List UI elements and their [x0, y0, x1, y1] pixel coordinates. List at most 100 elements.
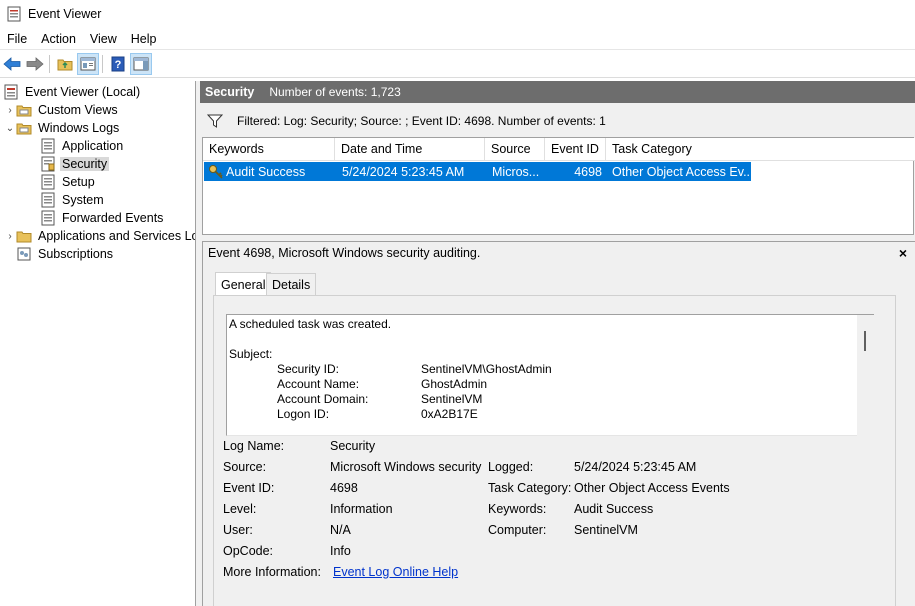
- log-title: Security: [205, 85, 255, 99]
- menu-action[interactable]: Action: [34, 28, 83, 50]
- event-viewer-app-icon: [7, 6, 21, 22]
- level-label: Level:: [223, 502, 257, 516]
- keywords-label: Keywords:: [488, 502, 547, 516]
- event-log-online-help-link[interactable]: Event Log Online Help: [333, 565, 458, 579]
- event-count: Number of events: 1,723: [269, 85, 401, 99]
- column-header-date-time[interactable]: Date and Time: [335, 138, 485, 161]
- event-detail-panel: Event 4698, Microsoft Windows security a…: [202, 241, 915, 606]
- subscriptions-icon: [16, 246, 32, 262]
- event-description[interactable]: A scheduled task was created. Subject: S…: [226, 314, 874, 436]
- cell-source: Micros...: [492, 164, 540, 179]
- folder-icon: [16, 228, 32, 244]
- logon-id-label: Logon ID:: [277, 407, 330, 421]
- window-title: Event Viewer: [28, 7, 102, 21]
- main-pane: Security Number of events: 1,723 Filtere…: [200, 81, 915, 606]
- menu-file[interactable]: File: [0, 28, 34, 50]
- cell-keywords: Audit Success: [226, 164, 306, 179]
- show-action-pane-icon: [133, 57, 149, 71]
- table-row[interactable]: Audit Success 5/24/2024 5:23:45 AM Micro…: [204, 162, 751, 181]
- column-header-event-id[interactable]: Event ID: [545, 138, 606, 161]
- tree-item-security[interactable]: Security: [40, 155, 110, 173]
- folder-icon: [16, 120, 32, 136]
- more-information-label: More Information:: [223, 565, 321, 579]
- open-folder-icon: [57, 59, 73, 71]
- user-label: User:: [223, 523, 253, 537]
- tree-item-system[interactable]: System: [40, 191, 106, 209]
- detail-title: Event 4698, Microsoft Windows security a…: [208, 246, 481, 260]
- menu-help[interactable]: Help: [124, 28, 164, 50]
- level-value: Information: [330, 502, 393, 516]
- logon-id-value: 0xA2B17E: [421, 407, 478, 421]
- logged-value: 5/24/2024 5:23:45 AM: [574, 460, 697, 474]
- toolbar: ?: [0, 51, 915, 78]
- cell-event-id: 4698: [574, 164, 602, 179]
- svg-text:?: ?: [115, 59, 122, 71]
- source-value: Microsoft Windows security: [330, 460, 482, 474]
- menu-view[interactable]: View: [83, 28, 124, 50]
- events-grid: Keywords Date and Time Source Event ID T…: [202, 137, 915, 235]
- filter-text: Filtered: Log: Security; Source: ; Event…: [237, 114, 606, 128]
- cell-task-category: Other Object Access Ev...: [612, 164, 751, 179]
- show-hide-console-tree-button[interactable]: [77, 53, 99, 75]
- account-domain-label: Account Domain:: [277, 392, 369, 406]
- folder-icon: [16, 102, 32, 118]
- tab-details[interactable]: Details: [266, 273, 317, 295]
- column-header-keywords[interactable]: Keywords: [203, 138, 335, 161]
- tree-item-application[interactable]: Application: [40, 137, 125, 155]
- log-name-label: Log Name:: [223, 439, 285, 453]
- title-bar: Event Viewer: [0, 0, 915, 28]
- security-log-icon: [40, 156, 56, 172]
- task-category-label: Task Category:: [488, 481, 572, 495]
- filter-bar: Filtered: Log: Security; Source: ; Event…: [202, 109, 913, 133]
- opcode-label: OpCode:: [223, 544, 274, 558]
- tree-item-custom-views[interactable]: › Custom Views: [4, 101, 120, 119]
- event-id-label: Event ID:: [223, 481, 275, 495]
- security-id-label: Security ID:: [277, 362, 340, 376]
- tab-general[interactable]: General: [215, 272, 272, 296]
- up-folder-button[interactable]: [54, 53, 76, 75]
- log-icon: [40, 192, 56, 208]
- tree-item-windows-logs[interactable]: ⌄ Windows Logs: [4, 119, 121, 137]
- log-icon: [40, 174, 56, 190]
- opcode-value: Info: [330, 544, 351, 558]
- description-scrollbar[interactable]: [857, 315, 874, 436]
- help-button[interactable]: ?: [107, 53, 129, 75]
- computer-label: Computer:: [488, 523, 547, 537]
- account-name-label: Account Name:: [277, 377, 360, 391]
- tree-item-forwarded-events[interactable]: Forwarded Events: [40, 209, 165, 227]
- computer-value: SentinelVM: [574, 523, 638, 537]
- column-header-task-category[interactable]: Task Category: [606, 138, 915, 161]
- forward-arrow-icon: [26, 57, 44, 71]
- column-header-source[interactable]: Source: [485, 138, 545, 161]
- properties-pane-icon: [80, 57, 96, 71]
- tree-item-subscriptions[interactable]: Subscriptions: [16, 245, 115, 263]
- back-button[interactable]: [1, 53, 23, 75]
- account-name-value: GhostAdmin: [421, 377, 488, 391]
- event-id-value: 4698: [330, 481, 358, 495]
- log-name-value: Security: [330, 439, 376, 453]
- tree-item-setup[interactable]: Setup: [40, 173, 97, 191]
- show-hide-action-pane-button[interactable]: [130, 53, 152, 75]
- tree-item-event-viewer-local[interactable]: Event Viewer (Local): [3, 83, 142, 101]
- toolbar-separator: [102, 55, 103, 73]
- toolbar-separator: [49, 55, 50, 73]
- tree-item-applications-and-services[interactable]: › Applications and Services Lo: [4, 227, 195, 245]
- user-value: N/A: [330, 523, 351, 537]
- console-tree: Event Viewer (Local) › Custom Views ⌄ Wi…: [0, 81, 196, 606]
- account-domain-value: SentinelVM: [421, 392, 483, 406]
- chevron-down-icon[interactable]: ⌄: [4, 123, 16, 134]
- keywords-value: Audit Success: [574, 502, 654, 516]
- log-header: Security Number of events: 1,723: [200, 81, 915, 103]
- description-line: A scheduled task was created.: [229, 317, 392, 331]
- log-icon: [40, 138, 56, 154]
- scrollbar-thumb[interactable]: [864, 331, 866, 351]
- event-viewer-icon: [3, 84, 19, 100]
- filter-funnel-icon: [207, 114, 223, 128]
- audit-key-icon: [208, 162, 228, 181]
- close-icon[interactable]: ×: [899, 245, 907, 261]
- forward-button[interactable]: [24, 53, 46, 75]
- chevron-right-icon[interactable]: ›: [4, 105, 16, 116]
- subject-heading: Subject:: [229, 347, 273, 361]
- chevron-right-icon[interactable]: ›: [4, 231, 16, 242]
- help-icon: ?: [111, 56, 125, 72]
